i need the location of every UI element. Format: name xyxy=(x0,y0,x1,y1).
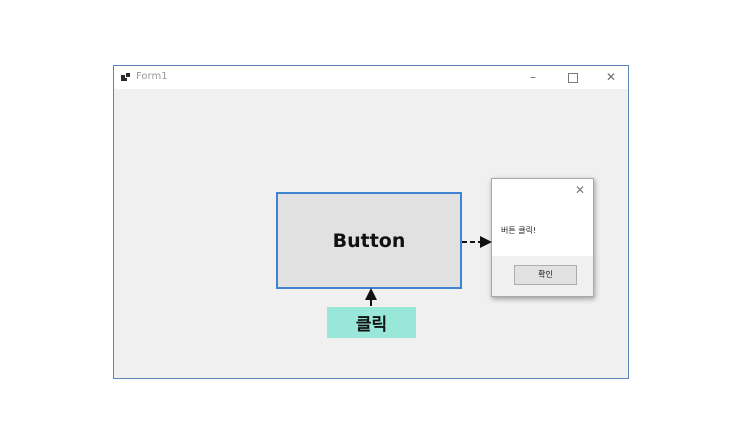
connectors xyxy=(365,236,492,306)
